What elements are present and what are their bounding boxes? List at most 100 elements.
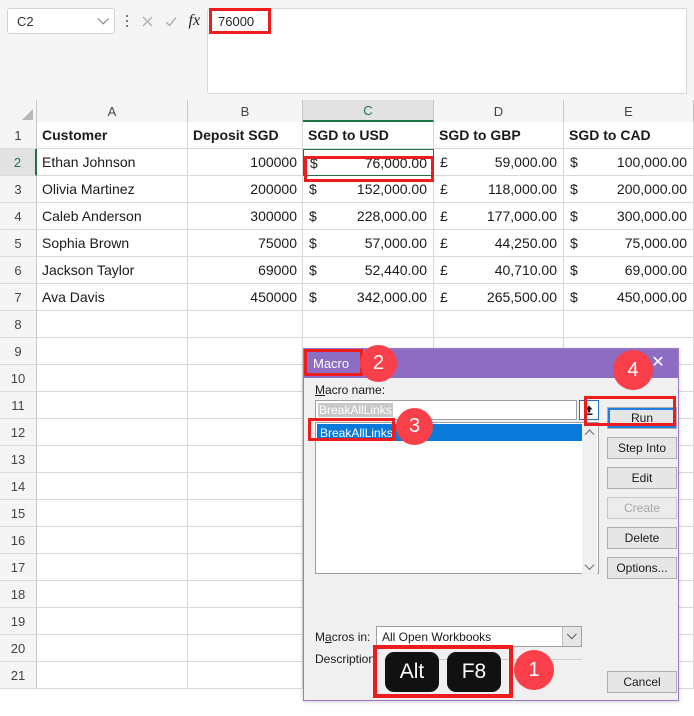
cell-a1[interactable]: Customer: [37, 122, 188, 149]
row-header-17[interactable]: 17: [0, 554, 37, 581]
options-button[interactable]: Options...: [607, 557, 677, 579]
cell-e8[interactable]: [564, 311, 694, 338]
row-header-11[interactable]: 11: [0, 392, 37, 419]
row-header-5[interactable]: 5: [0, 230, 37, 257]
delete-button[interactable]: Delete: [607, 527, 677, 549]
cell-a17[interactable]: [37, 554, 188, 581]
cell-a4[interactable]: Caleb Anderson: [37, 203, 188, 230]
cell-a21[interactable]: [37, 662, 188, 689]
column-header-a[interactable]: A: [37, 100, 188, 122]
cancel-entry-icon[interactable]: [137, 10, 158, 32]
cell-a7[interactable]: Ava Davis: [37, 284, 188, 311]
row-header-6[interactable]: 6: [0, 257, 37, 284]
cell-b12[interactable]: [188, 419, 303, 446]
cell-d1[interactable]: SGD to GBP: [434, 122, 564, 149]
scroll-up-icon[interactable]: [582, 424, 597, 440]
row-header-3[interactable]: 3: [0, 176, 37, 203]
row-header-19[interactable]: 19: [0, 608, 37, 635]
column-header-d[interactable]: D: [434, 100, 564, 122]
cell-a8[interactable]: [37, 311, 188, 338]
cell-c1[interactable]: SGD to USD: [303, 122, 434, 149]
row-header-4[interactable]: 4: [0, 203, 37, 230]
cell-e7[interactable]: $ 450,000.00: [564, 284, 694, 311]
cell-b15[interactable]: [188, 500, 303, 527]
step-into-button[interactable]: Step Into: [607, 437, 677, 459]
column-header-e[interactable]: E: [564, 100, 694, 122]
cell-a10[interactable]: [37, 365, 188, 392]
cell-e2[interactable]: $ 100,000.00: [564, 149, 694, 176]
cell-a19[interactable]: [37, 608, 188, 635]
row-header-7[interactable]: 7: [0, 284, 37, 311]
cell-b9[interactable]: [188, 338, 303, 365]
row-header-21[interactable]: 21: [0, 662, 37, 689]
cell-d4[interactable]: £ 177,000.00: [434, 203, 564, 230]
cell-a13[interactable]: [37, 446, 188, 473]
cell-a12[interactable]: [37, 419, 188, 446]
cell-b11[interactable]: [188, 392, 303, 419]
select-all-corner[interactable]: [0, 100, 37, 122]
macros-in-select[interactable]: All Open Workbooks: [376, 626, 582, 647]
row-header-15[interactable]: 15: [0, 500, 37, 527]
cell-e4[interactable]: $ 300,000.00: [564, 203, 694, 230]
cell-b20[interactable]: [188, 635, 303, 662]
cell-a15[interactable]: [37, 500, 188, 527]
edit-button[interactable]: Edit: [607, 467, 677, 489]
cell-a16[interactable]: [37, 527, 188, 554]
cell-b16[interactable]: [188, 527, 303, 554]
cell-d7[interactable]: £ 265,500.00: [434, 284, 564, 311]
macro-name-input[interactable]: BreakAllLinks: [315, 400, 577, 420]
row-header-18[interactable]: 18: [0, 581, 37, 608]
cell-a5[interactable]: Sophia Brown: [37, 230, 188, 257]
cell-b6[interactable]: 69000: [188, 257, 303, 284]
cell-a20[interactable]: [37, 635, 188, 662]
cell-d8[interactable]: [434, 311, 564, 338]
row-header-16[interactable]: 16: [0, 527, 37, 554]
row-header-14[interactable]: 14: [0, 473, 37, 500]
cell-a11[interactable]: [37, 392, 188, 419]
row-header-13[interactable]: 13: [0, 446, 37, 473]
cell-b4[interactable]: 300000: [188, 203, 303, 230]
cell-a6[interactable]: Jackson Taylor: [37, 257, 188, 284]
formula-input[interactable]: 76000: [207, 8, 687, 94]
cancel-button[interactable]: Cancel: [607, 671, 677, 693]
cell-a18[interactable]: [37, 581, 188, 608]
cell-b17[interactable]: [188, 554, 303, 581]
row-header-2[interactable]: 2: [0, 149, 37, 176]
cell-c7[interactable]: $ 342,000.00: [303, 284, 434, 311]
cell-b3[interactable]: 200000: [188, 176, 303, 203]
cell-b7[interactable]: 450000: [188, 284, 303, 311]
cell-b2[interactable]: 100000: [188, 149, 303, 176]
cell-b10[interactable]: [188, 365, 303, 392]
cell-e1[interactable]: SGD to CAD: [564, 122, 694, 149]
chevron-down-icon[interactable]: [562, 627, 581, 646]
cell-b5[interactable]: 75000: [188, 230, 303, 257]
name-box[interactable]: C2: [7, 8, 115, 34]
cell-b19[interactable]: [188, 608, 303, 635]
cell-d6[interactable]: £ 40,710.00: [434, 257, 564, 284]
row-header-1[interactable]: 1: [0, 122, 37, 149]
cell-b21[interactable]: [188, 662, 303, 689]
cell-c6[interactable]: $ 52,440.00: [303, 257, 434, 284]
cell-b8[interactable]: [188, 311, 303, 338]
cell-b13[interactable]: [188, 446, 303, 473]
column-header-c[interactable]: C: [303, 100, 434, 122]
macro-list-scrollbar[interactable]: [582, 424, 597, 574]
cell-c5[interactable]: $ 57,000.00: [303, 230, 434, 257]
row-header-10[interactable]: 10: [0, 365, 37, 392]
row-header-20[interactable]: 20: [0, 635, 37, 662]
chevron-down-icon[interactable]: [94, 9, 114, 33]
row-header-9[interactable]: 9: [0, 338, 37, 365]
cell-d3[interactable]: £ 118,000.00: [434, 176, 564, 203]
cell-a2[interactable]: Ethan Johnson: [37, 149, 188, 176]
cell-a9[interactable]: [37, 338, 188, 365]
cell-d5[interactable]: £ 44,250.00: [434, 230, 564, 257]
cell-e6[interactable]: $ 69,000.00: [564, 257, 694, 284]
more-options-icon[interactable]: [120, 10, 134, 32]
cell-e5[interactable]: $ 75,000.00: [564, 230, 694, 257]
cell-c4[interactable]: $ 228,000.00: [303, 203, 434, 230]
cell-c8[interactable]: [303, 311, 434, 338]
column-header-b[interactable]: B: [188, 100, 303, 122]
row-header-12[interactable]: 12: [0, 419, 37, 446]
cell-b1[interactable]: Deposit SGD: [188, 122, 303, 149]
cell-a14[interactable]: [37, 473, 188, 500]
